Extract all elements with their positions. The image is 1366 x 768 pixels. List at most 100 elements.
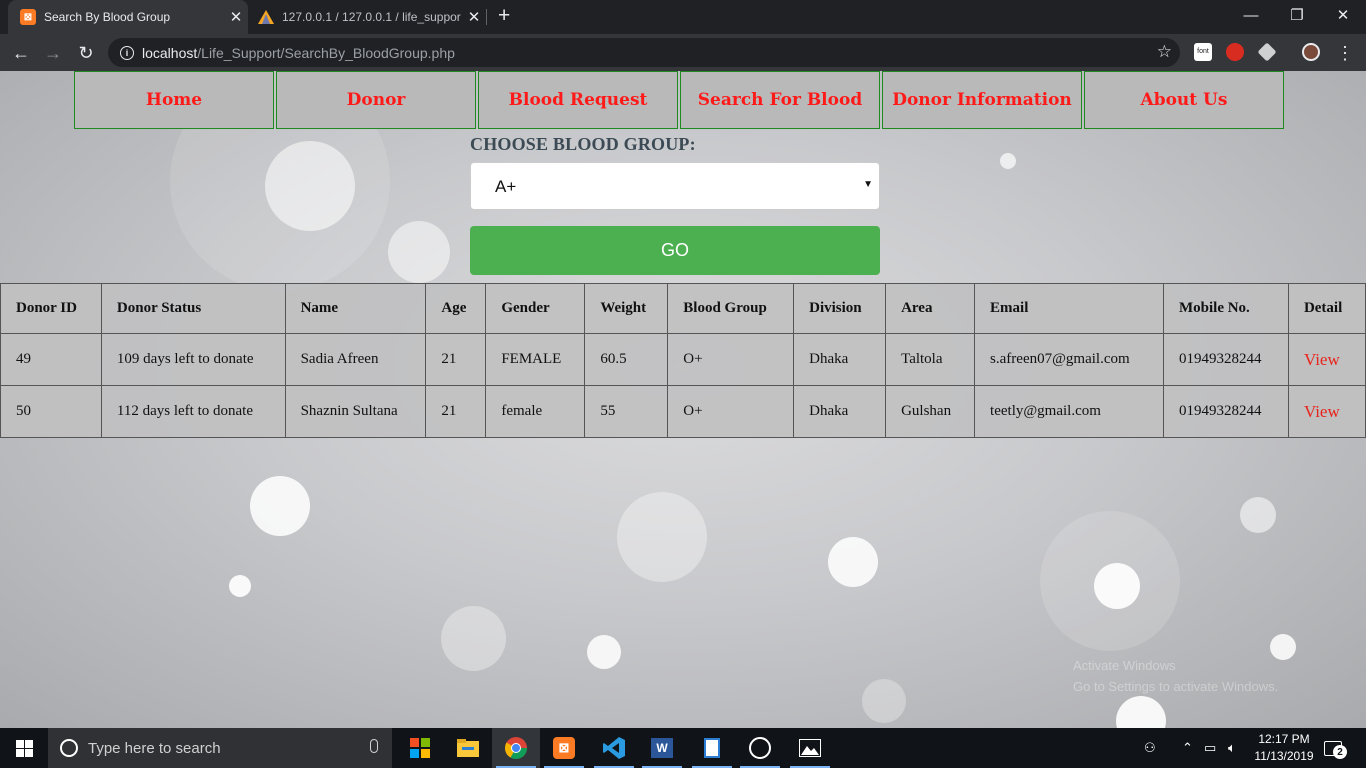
donor-age-cell: 21 <box>425 385 487 438</box>
vs-code-icon[interactable] <box>590 728 638 768</box>
bokeh-decoration <box>1040 511 1180 651</box>
volume-icon[interactable]: 🔈︎ <box>1228 728 1236 768</box>
windows-start-icon[interactable] <box>0 728 48 768</box>
photos-icon[interactable] <box>688 728 736 768</box>
page-content: Home Donor Blood Request Search For Bloo… <box>0 71 1366 728</box>
bokeh-decoration <box>1240 497 1276 533</box>
nav-blood-request[interactable]: Blood Request <box>478 71 678 129</box>
back-arrow-icon[interactable]: ← <box>8 40 34 66</box>
column-header: Mobile No. <box>1162 283 1289 334</box>
xampp-favicon-icon: ⊠ <box>20 9 36 25</box>
menu-dots-icon[interactable]: ⋮ <box>1332 40 1358 66</box>
adblock-extension-icon[interactable] <box>1226 43 1244 61</box>
column-header: Weight <box>584 283 669 334</box>
bookmark-star-icon[interactable]: ☆ <box>1157 42 1172 62</box>
forward-arrow-icon[interactable]: → <box>40 40 66 66</box>
bokeh-decoration <box>1116 696 1166 728</box>
nav-home[interactable]: Home <box>74 71 274 129</box>
view-detail-link[interactable]: View <box>1304 402 1340 421</box>
table-header-row: Donor ID Donor Status Name Age Gender We… <box>0 283 1366 334</box>
column-header: Donor Status <box>100 283 286 334</box>
detail-cell: View <box>1287 385 1366 438</box>
image-viewer-icon[interactable] <box>786 728 834 768</box>
tab-title: Search By Blood Group <box>44 10 171 24</box>
new-tab-icon[interactable]: + <box>498 5 510 27</box>
activate-windows-watermark: Activate Windows Go to Settings to activ… <box>1073 655 1278 697</box>
tab-search-by-blood-group[interactable]: ⊠ Search By Blood Group ✕ <box>8 0 248 34</box>
column-header: Area <box>885 283 976 334</box>
main-nav: Home Donor Blood Request Search For Bloo… <box>74 71 1284 129</box>
action-center-icon[interactable]: 2 <box>1324 728 1347 768</box>
chrome-icon[interactable] <box>492 728 540 768</box>
tab-phpmyadmin[interactable]: 127.0.0.1 / 127.0.0.1 / life_suppor ✕ <box>250 0 486 34</box>
browser-tab-strip: ⊠ Search By Blood Group ✕ 127.0.0.1 / 12… <box>0 0 1366 34</box>
donor-area-cell: Taltola <box>885 333 976 386</box>
minimize-icon[interactable]: — <box>1228 0 1274 30</box>
taskbar-search-box[interactable]: Type here to search <box>48 728 392 768</box>
bokeh-decoration <box>1000 153 1016 169</box>
donor-status-cell: 109 days left to donate <box>100 333 286 386</box>
nav-about-us[interactable]: About Us <box>1084 71 1284 129</box>
xampp-icon[interactable]: ⊠ <box>540 728 588 768</box>
go-button[interactable]: GO <box>470 226 880 275</box>
camera-app-icon[interactable] <box>736 728 784 768</box>
tab-separator <box>486 9 487 25</box>
donor-gender-cell: FEMALE <box>485 333 586 386</box>
donor-weight-cell: 60.5 <box>584 333 669 386</box>
column-header: Email <box>974 283 1164 334</box>
column-header: Detail <box>1287 283 1366 334</box>
donor-gender-cell: female <box>485 385 586 438</box>
people-icon[interactable]: ⚇ <box>1144 728 1156 768</box>
table-row: 49 109 days left to donate Sadia Afreen … <box>0 333 1366 386</box>
donor-results-table: Donor ID Donor Status Name Age Gender We… <box>0 283 1366 438</box>
tray-chevron-icon[interactable]: ⌃ <box>1182 728 1193 768</box>
donor-age-cell: 21 <box>425 333 487 386</box>
tab-close-icon[interactable]: ✕ <box>462 8 486 26</box>
blood-group-label: CHOOSE BLOOD GROUP: <box>470 134 696 154</box>
bokeh-decoration <box>265 141 355 231</box>
bokeh-decoration <box>1094 563 1140 609</box>
info-icon[interactable]: i <box>120 45 134 60</box>
url-text[interactable]: localhost/Life_Support/SearchBy_BloodGro… <box>142 45 455 61</box>
microphone-icon[interactable] <box>370 739 378 753</box>
window-close-icon[interactable]: ✕ <box>1320 0 1366 30</box>
file-explorer-icon[interactable] <box>444 728 492 768</box>
donor-division-cell: Dhaka <box>793 333 887 386</box>
donor-area-cell: Gulshan <box>885 385 976 438</box>
donor-id-cell: 50 <box>0 385 102 438</box>
font-extension-icon[interactable]: font <box>1194 43 1212 61</box>
view-detail-link[interactable]: View <box>1304 350 1340 369</box>
donor-email-cell: teetly@gmail.com <box>974 385 1164 438</box>
task-view-icon[interactable] <box>396 728 444 768</box>
word-icon[interactable]: W <box>638 728 686 768</box>
blood-group-select[interactable]: A+ ▼ <box>470 162 880 210</box>
table-row: 50 112 days left to donate Shaznin Sulta… <box>0 385 1366 438</box>
donor-status-cell: 112 days left to donate <box>100 385 286 438</box>
column-header: Blood Group <box>667 283 795 334</box>
nav-donor-information[interactable]: Donor Information <box>882 71 1082 129</box>
address-bar[interactable]: i localhost/Life_Support/SearchBy_BloodG… <box>108 38 1180 67</box>
tab-close-icon[interactable]: ✕ <box>224 8 248 26</box>
donor-mobile-cell: 01949328244 <box>1162 333 1289 386</box>
nav-search-for-blood[interactable]: Search For Blood <box>680 71 880 129</box>
windows-taskbar: Type here to search ⊠ W ⚇ ⌃ ▭ 🔈︎ 12:17 P… <box>0 728 1366 768</box>
reload-icon[interactable]: ↻ <box>73 40 99 66</box>
column-header: Name <box>284 283 427 334</box>
bokeh-decoration <box>388 221 450 283</box>
system-clock[interactable]: 12:17 PM 11/13/2019 <box>1250 731 1318 765</box>
bokeh-decoration <box>617 492 707 582</box>
column-header: Age <box>425 283 487 334</box>
cube-extension-icon[interactable] <box>1257 42 1277 62</box>
nav-donor[interactable]: Donor <box>276 71 476 129</box>
bokeh-decoration <box>441 606 506 671</box>
bokeh-decoration <box>587 635 621 669</box>
donor-id-cell: 49 <box>0 333 102 386</box>
clock-time: 12:17 PM <box>1258 732 1310 746</box>
bokeh-decoration <box>828 537 878 587</box>
bokeh-decoration <box>229 575 251 597</box>
restore-icon[interactable]: ❐ <box>1274 0 1320 30</box>
column-header: Gender <box>485 283 586 334</box>
column-header: Division <box>793 283 887 334</box>
battery-icon[interactable]: ▭ <box>1204 728 1216 768</box>
profile-avatar[interactable] <box>1302 43 1320 61</box>
